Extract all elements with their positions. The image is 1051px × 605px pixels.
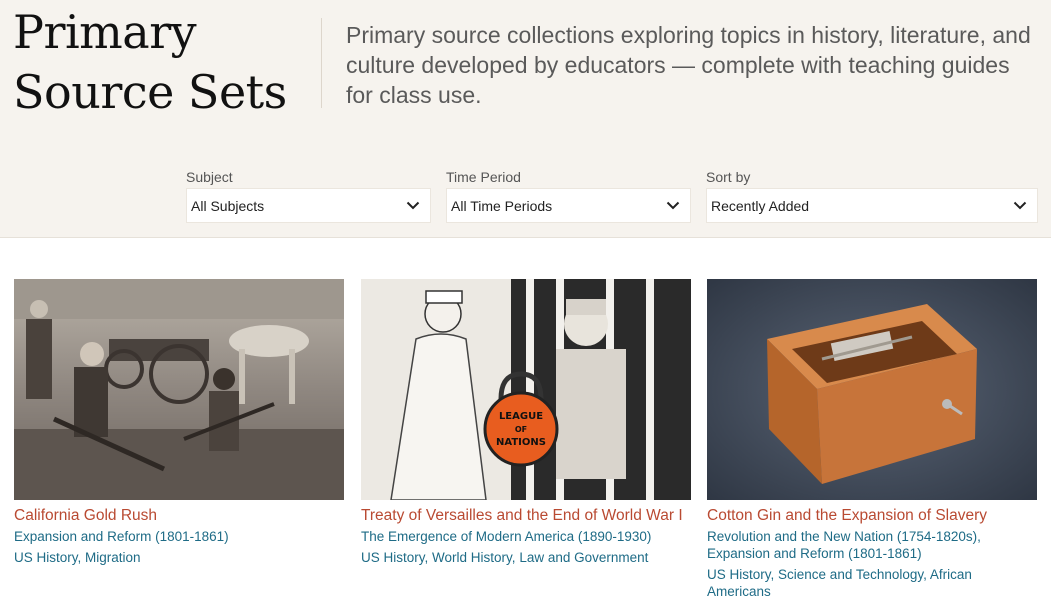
- sort-by-select-value: Recently Added: [711, 197, 810, 214]
- page-header: Primary Source Sets Primary source colle…: [0, 0, 1051, 238]
- card-title-link[interactable]: Cotton Gin and the Expansion of Slavery: [707, 506, 1037, 526]
- separator: ,: [77, 550, 86, 565]
- card-thumbnail-treaty-of-versailles[interactable]: LEAGUE OF NATIONS: [361, 279, 691, 500]
- sort-by-select[interactable]: Recently Added: [706, 188, 1038, 223]
- time-period-select-value: All Time Periods: [451, 197, 553, 214]
- subject-filter: Subject All Subjects: [186, 167, 431, 223]
- sort-by-filter: Sort by Recently Added: [706, 167, 1038, 223]
- card-time-periods: The Emergence of Modern America (1890-19…: [361, 528, 691, 545]
- subject-filter-label: Subject: [186, 169, 233, 185]
- subject-link[interactable]: US History: [361, 550, 425, 565]
- subject-link[interactable]: US History: [707, 567, 771, 582]
- page-title: Primary Source Sets: [13, 5, 287, 119]
- chevron-down-icon: [666, 199, 680, 213]
- subject-select[interactable]: All Subjects: [186, 188, 431, 223]
- chevron-down-icon: [406, 199, 420, 213]
- header-divider: [321, 18, 322, 108]
- subject-link[interactable]: Law and Government: [519, 550, 648, 565]
- card-subjects: US History, World History, Law and Gover…: [361, 549, 691, 566]
- sort-by-filter-label: Sort by: [706, 169, 751, 185]
- time-period-filter-label: Time Period: [446, 169, 521, 185]
- source-set-card: Cotton Gin and the Expansion of Slavery …: [707, 279, 1037, 600]
- page-description: Primary source collections exploring top…: [346, 22, 1031, 108]
- time-period-link[interactable]: Expansion and Reform (1801-1861): [14, 529, 229, 544]
- subject-link[interactable]: Science and Technology: [778, 567, 923, 582]
- card-title-link[interactable]: California Gold Rush: [14, 506, 344, 526]
- time-period-link[interactable]: The Emergence of Modern America (1890-19…: [361, 529, 651, 544]
- subject-link[interactable]: Migration: [85, 550, 141, 565]
- chevron-down-icon: [1013, 199, 1027, 213]
- subject-link[interactable]: US History: [14, 550, 78, 565]
- time-period-select[interactable]: All Time Periods: [446, 188, 691, 223]
- separator: ,: [977, 529, 981, 544]
- card-time-periods: Revolution and the New Nation (1754-1820…: [707, 528, 1037, 562]
- card-subjects: US History, Migration: [14, 549, 344, 566]
- time-period-link[interactable]: Revolution and the New Nation (1754-1820…: [707, 529, 977, 544]
- source-set-card: LEAGUE OF NATIONS Treaty of Versailles a…: [361, 279, 691, 566]
- separator: ,: [770, 567, 779, 582]
- card-title-link[interactable]: Treaty of Versailles and the End of Worl…: [361, 506, 691, 526]
- card-thumbnail-gold-rush[interactable]: [14, 279, 344, 500]
- time-period-filter: Time Period All Time Periods: [446, 167, 691, 223]
- svg-text:OF: OF: [515, 425, 527, 434]
- card-thumbnail-cotton-gin[interactable]: [707, 279, 1037, 500]
- source-set-card: California Gold Rush Expansion and Refor…: [14, 279, 344, 566]
- time-period-link[interactable]: Expansion and Reform (1801-1861): [707, 546, 922, 561]
- separator: ,: [923, 567, 930, 582]
- svg-text:LEAGUE: LEAGUE: [499, 411, 543, 422]
- card-subjects: US History, Science and Technology, Afri…: [707, 566, 1037, 600]
- subject-select-value: All Subjects: [191, 197, 265, 214]
- subject-link[interactable]: World History: [432, 550, 512, 565]
- card-time-periods: Expansion and Reform (1801-1861): [14, 528, 344, 545]
- svg-text:NATIONS: NATIONS: [496, 437, 546, 448]
- separator: ,: [424, 550, 433, 565]
